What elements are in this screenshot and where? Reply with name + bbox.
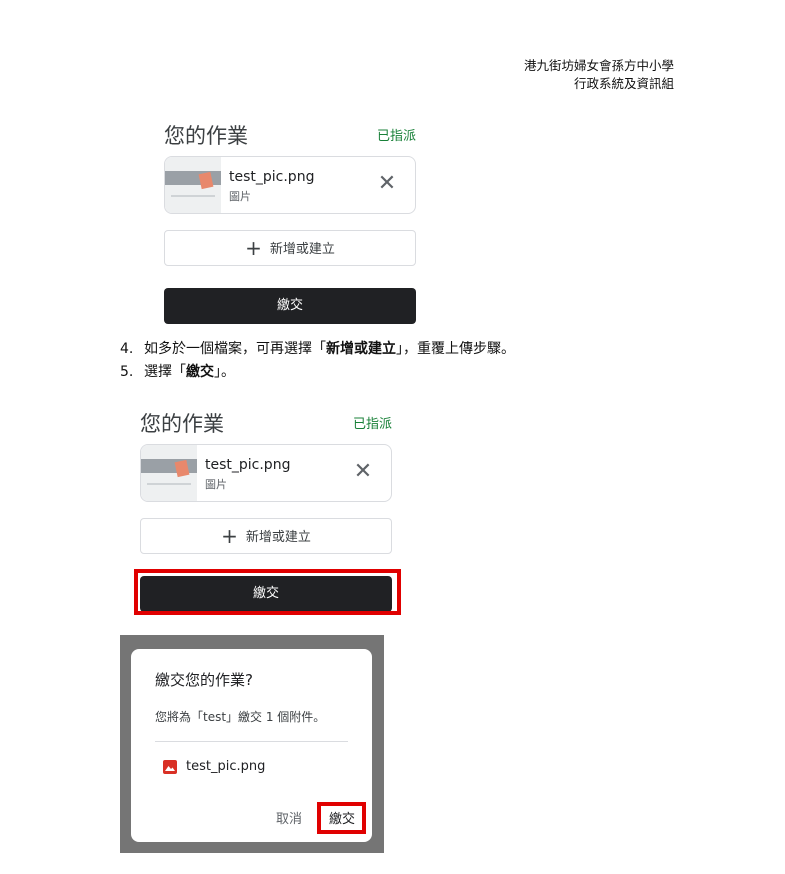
school-header: 港九街坊婦女會孫方中小學 行政系統及資訊組 <box>524 57 674 93</box>
attachment-filename: test_pic.png <box>229 169 315 185</box>
status-assigned: 已指派 <box>352 417 392 432</box>
close-icon[interactable]: ✕ <box>353 461 373 483</box>
instruction-steps: 4. 如多於一個檔案，可再選擇「新增或建立」，重覆上傳步驟。 5. 選擇「繳交」。 <box>120 338 515 384</box>
dialog-divider <box>155 741 348 742</box>
plus-icon: + <box>221 524 238 548</box>
attachment-item[interactable]: test_pic.png 圖片 ✕ <box>140 444 392 502</box>
step-4: 4. 如多於一個檔案，可再選擇「新增或建立」，重覆上傳步驟。 <box>120 341 515 357</box>
cancel-button[interactable]: 取消 <box>276 808 302 827</box>
close-icon[interactable]: ✕ <box>377 173 397 195</box>
attachment-filename: test_pic.png <box>205 457 291 473</box>
add-or-create-button[interactable]: + 新增或建立 <box>164 230 416 266</box>
attachment-type: 圖片 <box>229 190 251 203</box>
dialog-filename[interactable]: test_pic.png <box>186 759 265 774</box>
attachment-thumbnail <box>141 445 197 501</box>
submit-button[interactable]: 繳交 <box>164 288 416 324</box>
highlight-box-submit <box>134 569 401 615</box>
dialog-message: 您將為「test」繳交 1 個附件。 <box>155 710 326 724</box>
status-assigned: 已指派 <box>376 129 416 144</box>
attachment-thumbnail <box>165 157 221 213</box>
card-title: 您的作業 <box>140 412 224 436</box>
highlight-box-dialog-submit <box>317 802 366 834</box>
add-or-create-button[interactable]: + 新增或建立 <box>140 518 392 554</box>
dialog-title: 繳交您的作業? <box>155 671 253 689</box>
plus-icon: + <box>245 236 262 260</box>
card-title: 您的作業 <box>164 124 248 148</box>
step-5: 5. 選擇「繳交」。 <box>120 364 235 380</box>
department-name: 行政系統及資訊組 <box>573 76 674 91</box>
add-or-create-label: 新增或建立 <box>269 242 335 257</box>
image-file-icon <box>163 760 177 774</box>
assignment-card-1: 您的作業 已指派 test_pic.png 圖片 ✕ + 新增或建立 繳交 <box>164 120 416 326</box>
school-name: 港九街坊婦女會孫方中小學 <box>523 58 674 73</box>
attachment-type: 圖片 <box>205 478 227 491</box>
add-or-create-label: 新增或建立 <box>245 530 311 545</box>
attachment-item[interactable]: test_pic.png 圖片 ✕ <box>164 156 416 214</box>
